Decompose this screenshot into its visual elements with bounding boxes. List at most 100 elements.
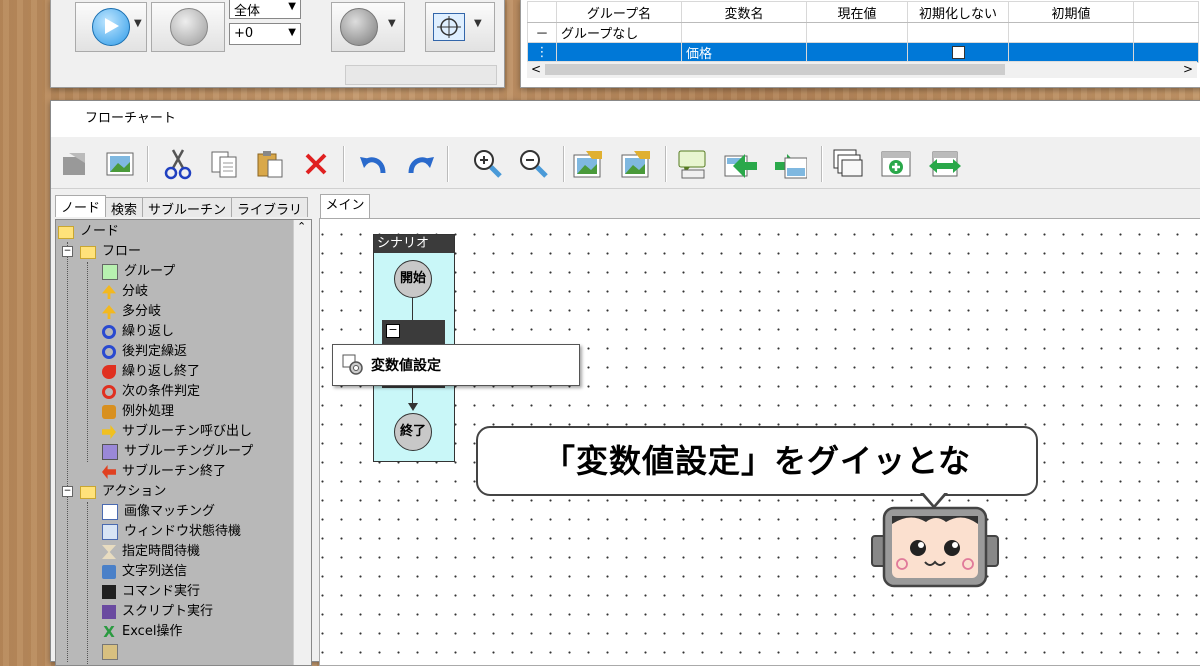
copy-button[interactable] xyxy=(207,147,241,181)
horizontal-scrollbar[interactable]: < > xyxy=(527,61,1197,78)
subroutine-call-icon xyxy=(102,425,116,439)
scenario-header: シナリオ xyxy=(374,235,454,253)
end-node[interactable]: 終了 xyxy=(394,413,432,451)
add-node-button[interactable] xyxy=(879,147,913,181)
delete-button[interactable] xyxy=(299,147,333,181)
column-header-group[interactable]: グループ名 xyxy=(556,1,682,23)
offset-select[interactable]: +0 ▼ xyxy=(229,23,301,45)
tab-library[interactable]: ライブラリ xyxy=(231,197,309,218)
table-row-selected[interactable]: ⋮ 価格 xyxy=(527,42,1199,63)
tree-item-subroutine-call[interactable]: サブルーチン呼び出し xyxy=(102,422,252,442)
cell-value[interactable] xyxy=(806,42,908,63)
chevron-up-icon[interactable]: ⌃ xyxy=(297,220,306,233)
tree-item-group[interactable]: グループ xyxy=(102,262,175,282)
zoom-out-button[interactable] xyxy=(517,147,551,181)
copy-icon xyxy=(211,151,237,178)
column-header xyxy=(527,1,557,23)
tree-item-loop[interactable]: 繰り返し xyxy=(102,322,174,342)
collapse-icon[interactable]: − xyxy=(62,246,73,257)
hourglass-icon xyxy=(102,545,116,559)
edit-image-button[interactable] xyxy=(619,147,653,181)
zoom-out-icon xyxy=(520,150,548,178)
column-header-name[interactable]: 変数名 xyxy=(681,1,807,23)
column-header-no-init[interactable]: 初期化しない xyxy=(907,1,1009,23)
folder-icon xyxy=(58,225,74,239)
scrollbar-thumb[interactable] xyxy=(545,64,1005,75)
tree-item-multi-branch[interactable]: 多分岐 xyxy=(102,302,161,322)
cell-value xyxy=(806,22,908,43)
tree-item-nodes[interactable]: ノード xyxy=(58,222,119,242)
capture-button[interactable] xyxy=(103,147,137,181)
import-image-button[interactable] xyxy=(571,147,605,181)
zoom-in-icon xyxy=(474,150,502,178)
tree-item-action[interactable]: アクション xyxy=(80,482,166,502)
subroutine-group-icon xyxy=(102,444,118,460)
mascot-robot-icon xyxy=(870,504,1000,590)
tab-subroutine[interactable]: サブルーチン xyxy=(142,197,233,218)
tree-item-branch[interactable]: 分岐 xyxy=(102,282,148,302)
tree-item-command[interactable]: コマンド実行 xyxy=(102,582,200,602)
tree-item-loop-end[interactable]: 繰り返し終了 xyxy=(102,362,200,382)
crosshair-icon xyxy=(433,13,465,41)
cell-initial xyxy=(1008,22,1134,43)
tree-item-subroutine-group[interactable]: サブルーチングループ xyxy=(102,442,253,462)
chevron-down-icon[interactable]: ▼ xyxy=(134,18,142,29)
cut-button[interactable] xyxy=(161,147,195,181)
start-node[interactable]: 開始 xyxy=(394,260,432,298)
variables-table: グループ名 変数名 現在値 初期化しない 初期値 － グループなし ⋮ 価格 xyxy=(527,1,1199,63)
row-marker[interactable]: － xyxy=(527,22,557,43)
scroll-left-icon[interactable]: < xyxy=(531,62,541,76)
properties-button[interactable] xyxy=(57,147,91,181)
tree-item-image-match[interactable]: 画像マッチング xyxy=(102,502,215,522)
tree-item-excel[interactable]: X Excel操作 xyxy=(102,622,182,642)
record-button[interactable]: ▼ xyxy=(331,2,405,52)
chevron-down-icon: ▼ xyxy=(288,1,296,12)
stop-button[interactable] xyxy=(151,2,225,52)
tab-search[interactable]: 検索 xyxy=(105,197,144,218)
paste-button[interactable] xyxy=(253,147,287,181)
tree-item-send-text[interactable]: 文字列送信 xyxy=(102,562,187,582)
delete-icon xyxy=(305,153,327,175)
collapse-icon[interactable]: − xyxy=(62,486,73,497)
tree-item-subroutine-end[interactable]: サブルーチン終了 xyxy=(102,462,226,482)
zoom-in-button[interactable] xyxy=(471,147,505,181)
scroll-right-icon[interactable]: > xyxy=(1183,62,1193,76)
tree-item-next-condition[interactable]: 次の条件判定 xyxy=(102,382,200,402)
arrow-right-icon xyxy=(775,154,807,179)
loop-icon xyxy=(102,345,116,359)
column-header-value[interactable]: 現在値 xyxy=(806,1,908,23)
row-marker[interactable]: ⋮ xyxy=(527,42,557,63)
vertical-scrollbar[interactable]: ⌃ xyxy=(293,220,311,665)
tree-item-time-wait[interactable]: 指定時間待機 xyxy=(102,542,200,562)
resize-button[interactable] xyxy=(927,147,961,181)
cell-initial[interactable] xyxy=(1008,42,1134,63)
scope-select[interactable]: 全体 ▼ xyxy=(229,0,301,19)
redo-button[interactable] xyxy=(403,147,437,181)
tree-item-window-wait[interactable]: ウィンドウ状態待機 xyxy=(102,522,241,542)
window-wait-icon xyxy=(102,524,118,540)
column-header-initial[interactable]: 初期値 xyxy=(1008,1,1134,23)
chevron-down-icon[interactable]: ▼ xyxy=(388,18,396,29)
image-icon xyxy=(106,152,134,176)
cell-name[interactable]: 価格 xyxy=(681,42,807,63)
tab-main[interactable]: メイン xyxy=(320,194,370,219)
move-right-button[interactable] xyxy=(773,147,807,181)
folder-icon xyxy=(80,485,96,499)
windows-button[interactable] xyxy=(831,147,865,181)
comment-button[interactable] xyxy=(675,147,709,181)
target-button[interactable]: ▼ xyxy=(425,2,495,52)
tree-item-post-loop[interactable]: 後判定繰返 xyxy=(102,342,187,362)
move-left-button[interactable] xyxy=(723,147,757,181)
table-row[interactable]: － グループなし xyxy=(527,22,1199,43)
chevron-down-icon[interactable]: ▼ xyxy=(474,18,482,29)
tree-item-flow[interactable]: フロー xyxy=(80,242,141,262)
tree-item-clipboard[interactable] xyxy=(102,642,124,662)
no-init-checkbox[interactable] xyxy=(907,42,1009,63)
tree-item-script[interactable]: スクリプト実行 xyxy=(102,602,213,622)
undo-button[interactable] xyxy=(357,147,391,181)
chevron-down-icon: ▼ xyxy=(288,27,296,38)
tree-item-exception[interactable]: 例外処理 xyxy=(102,402,174,422)
collapse-icon[interactable]: − xyxy=(386,324,400,338)
tab-nodes[interactable]: ノード xyxy=(55,195,107,217)
play-button[interactable]: ▼ xyxy=(75,2,147,52)
